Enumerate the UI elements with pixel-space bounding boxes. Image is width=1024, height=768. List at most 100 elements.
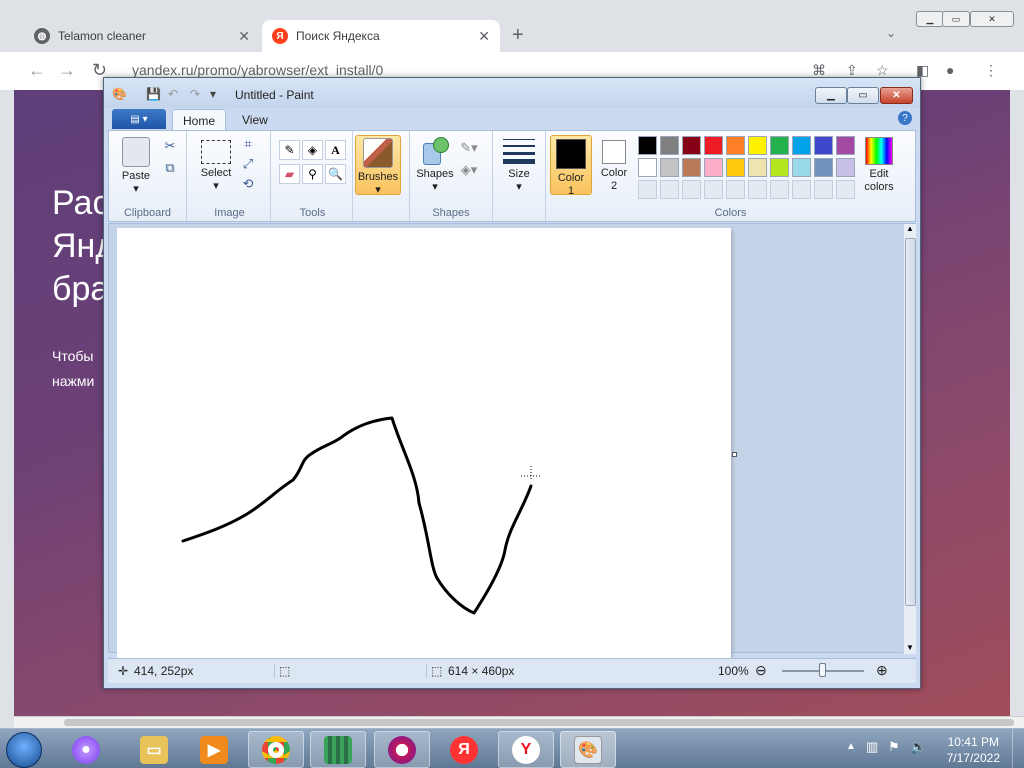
forward-arrow-icon[interactable]: →: [58, 60, 76, 81]
zoom-slider-thumb[interactable]: [819, 663, 826, 677]
taskbar-opera[interactable]: [374, 731, 430, 768]
palette-swatch[interactable]: [682, 136, 701, 155]
close-tab-icon[interactable]: ✕: [238, 28, 250, 45]
custom-color-slot[interactable]: [770, 180, 789, 199]
browser-minimize-button[interactable]: ▁: [916, 11, 944, 27]
paint-close-button[interactable]: ✕: [880, 87, 913, 104]
size-button[interactable]: Size ▾: [501, 137, 537, 194]
tab-home[interactable]: Home: [172, 109, 227, 131]
customize-quick-access-icon[interactable]: ▾: [210, 87, 216, 101]
start-button[interactable]: [6, 732, 42, 768]
zoom-out-icon[interactable]: ⊖: [755, 662, 767, 679]
color1-button[interactable]: Color 1: [550, 135, 592, 197]
palette-swatch[interactable]: [726, 136, 745, 155]
taskbar-file-explorer[interactable]: ▭: [126, 731, 182, 768]
paste-button[interactable]: Paste ▾: [117, 137, 155, 196]
magnifier-icon[interactable]: 🔍: [325, 164, 346, 184]
network-icon[interactable]: ▥: [866, 739, 878, 755]
help-icon[interactable]: ?: [898, 111, 912, 125]
taskbar-paint[interactable]: 🎨: [560, 731, 616, 768]
tab-search-chevron-icon[interactable]: ⌄: [886, 26, 896, 40]
custom-color-slot[interactable]: [792, 180, 811, 199]
show-desktop-button[interactable]: [1012, 729, 1024, 768]
paint-app-icon[interactable]: 🎨: [112, 87, 127, 101]
show-hidden-icons-icon[interactable]: ▲: [846, 741, 856, 752]
scrollbar-thumb[interactable]: [64, 719, 1014, 726]
scroll-up-arrow-icon[interactable]: ▲: [906, 224, 914, 233]
palette-swatch[interactable]: [704, 158, 723, 177]
taskbar-alice[interactable]: ●: [58, 731, 114, 768]
palette-swatch[interactable]: [792, 158, 811, 177]
back-arrow-icon[interactable]: ←: [28, 60, 46, 81]
browser-tab-telamon[interactable]: ◍ Telamon cleaner ✕: [24, 20, 260, 52]
file-menu-button[interactable]: ▤ ▾: [112, 109, 166, 129]
rotate-icon[interactable]: ⟲: [239, 175, 257, 193]
new-tab-button[interactable]: +: [512, 24, 524, 47]
custom-color-slot[interactable]: [682, 180, 701, 199]
clock[interactable]: 10:41 PM 7/17/2022: [947, 734, 1000, 766]
palette-swatch[interactable]: [638, 158, 657, 177]
select-button[interactable]: Select ▾: [195, 137, 237, 193]
custom-color-slot[interactable]: [836, 180, 855, 199]
shapes-button[interactable]: Shapes ▾: [414, 137, 456, 194]
palette-swatch[interactable]: [792, 136, 811, 155]
palette-swatch[interactable]: [814, 136, 833, 155]
palette-swatch[interactable]: [726, 158, 745, 177]
palette-swatch[interactable]: [638, 136, 657, 155]
redo-icon[interactable]: ↷: [190, 87, 200, 101]
palette-swatch[interactable]: [748, 136, 767, 155]
vertical-scrollbar[interactable]: ▲ ▼: [903, 224, 916, 654]
horizontal-scrollbar[interactable]: [14, 716, 1024, 728]
tab-view[interactable]: View: [232, 109, 278, 131]
palette-swatch[interactable]: [682, 158, 701, 177]
palette-swatch[interactable]: [770, 158, 789, 177]
custom-color-slot[interactable]: [814, 180, 833, 199]
outline-icon[interactable]: ✎▾: [460, 139, 478, 157]
paint-minimize-button[interactable]: ▁: [815, 87, 847, 104]
palette-swatch[interactable]: [770, 136, 789, 155]
crop-icon[interactable]: ⌗: [239, 135, 257, 153]
palette-swatch[interactable]: [836, 136, 855, 155]
palette-swatch[interactable]: [814, 158, 833, 177]
color-picker-icon[interactable]: ⚲: [302, 164, 323, 184]
brushes-button[interactable]: Brushes ▾: [355, 135, 401, 196]
zoom-in-icon[interactable]: ⊕: [876, 662, 888, 679]
edit-colors-button[interactable]: Edit colors: [856, 137, 902, 194]
palette-swatch[interactable]: [836, 158, 855, 177]
canvas-resize-handle[interactable]: [732, 452, 737, 457]
palette-swatch[interactable]: [748, 158, 767, 177]
palette-swatch[interactable]: [660, 136, 679, 155]
drawing-canvas[interactable]: [117, 228, 731, 658]
copy-icon[interactable]: ⧉: [161, 159, 179, 177]
fill-bucket-icon[interactable]: ◈: [302, 140, 323, 160]
shape-fill-icon[interactable]: ◈▾: [460, 161, 478, 179]
paint-maximize-button[interactable]: ▭: [847, 87, 879, 104]
taskbar-chrome[interactable]: [248, 731, 304, 768]
cut-icon[interactable]: ✂: [161, 137, 179, 155]
close-tab-icon[interactable]: ✕: [478, 28, 490, 45]
menu-kebab-icon[interactable]: ⋮: [984, 62, 998, 79]
palette-swatch[interactable]: [704, 136, 723, 155]
taskbar-app-grid[interactable]: [310, 731, 366, 768]
resize-icon[interactable]: ⤢: [239, 155, 257, 173]
taskbar-media-player[interactable]: ▶: [186, 731, 242, 768]
action-center-icon[interactable]: ⚑: [888, 739, 900, 755]
save-icon[interactable]: 💾: [146, 87, 161, 101]
address-bar[interactable]: yandex.ru/promo/yabrowser/ext_install/0: [132, 62, 383, 78]
eraser-icon[interactable]: ▰: [279, 164, 300, 184]
custom-color-slot[interactable]: [704, 180, 723, 199]
browser-close-button[interactable]: ✕: [970, 11, 1014, 27]
custom-color-slot[interactable]: [660, 180, 679, 199]
custom-color-slot[interactable]: [748, 180, 767, 199]
palette-swatch[interactable]: [660, 158, 679, 177]
undo-icon[interactable]: ↶: [168, 87, 178, 101]
volume-icon[interactable]: 🔈: [910, 739, 926, 755]
profile-avatar-icon[interactable]: ●: [946, 62, 954, 78]
browser-maximize-button[interactable]: ▭: [942, 11, 970, 27]
taskbar-yandex[interactable]: Я: [436, 731, 492, 768]
browser-tab-yandex[interactable]: Я Поиск Яндекса ✕: [262, 20, 500, 52]
custom-color-slot[interactable]: [638, 180, 657, 199]
scrollbar-thumb[interactable]: [905, 238, 916, 606]
scroll-down-arrow-icon[interactable]: ▼: [906, 643, 914, 652]
custom-color-slot[interactable]: [726, 180, 745, 199]
